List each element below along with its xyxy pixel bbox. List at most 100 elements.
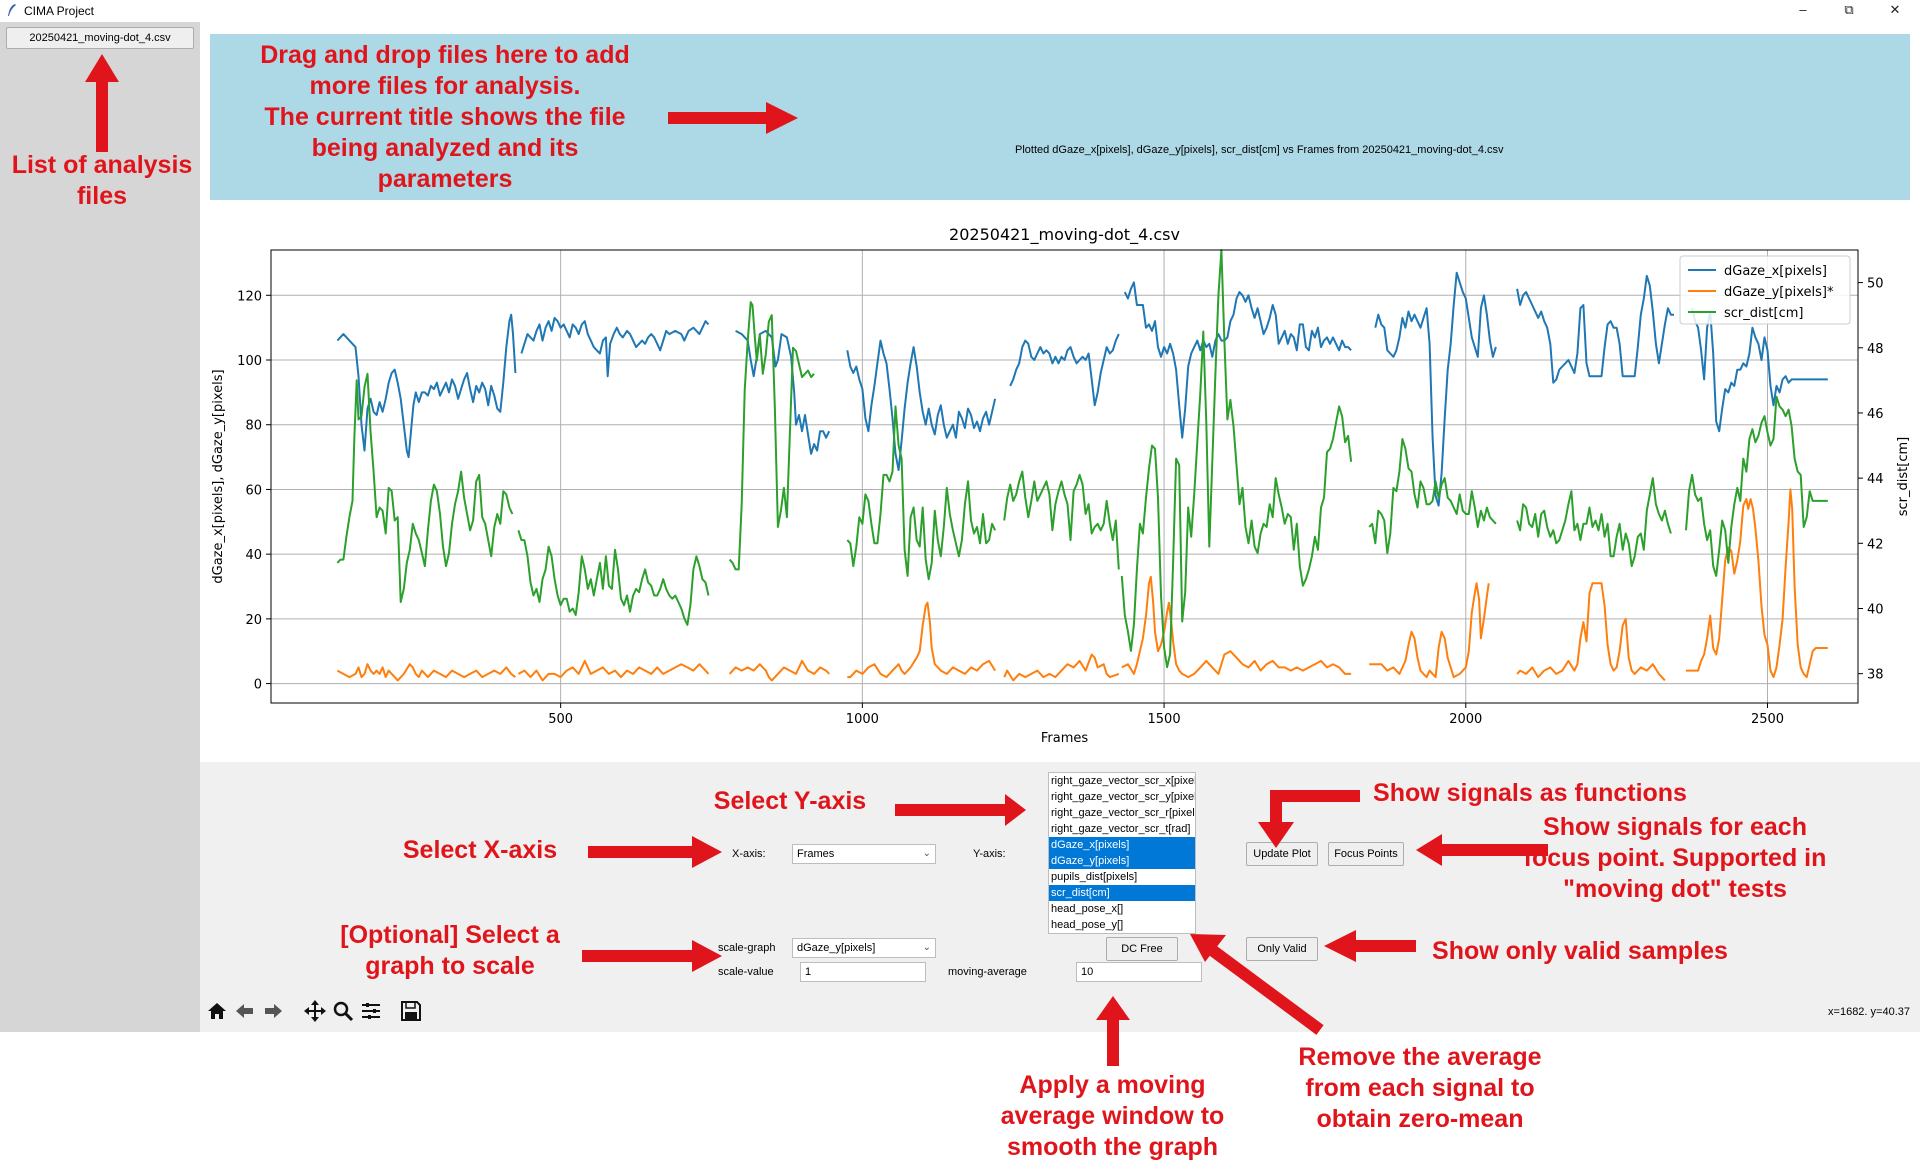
x-axis-label: X-axis:	[732, 848, 766, 860]
y-axis-option[interactable]: dGaze_x[pixels]	[1049, 837, 1195, 853]
annotation-show-functions: Show signals as functions	[1373, 779, 1687, 807]
legend-label: scr_dist[cm]	[1724, 306, 1803, 321]
y-axis-option[interactable]: dGaze_y[pixels]	[1049, 853, 1195, 869]
y-tick-label: 40	[245, 548, 262, 563]
y-axis-option[interactable]: right_gaze_vector_scr_r[pixels]	[1049, 805, 1195, 821]
series-line	[336, 663, 517, 682]
y-axis-option[interactable]: right_gaze_vector_scr_x[pixels]	[1049, 773, 1195, 789]
y-axis-listbox[interactable]: right_gaze_vector_scr_x[pixels] right_gaz…	[1048, 772, 1196, 934]
configure-icon[interactable]	[358, 998, 384, 1024]
y-tick-label: 20	[245, 613, 262, 628]
annotation-line: smooth the graph	[1006, 1133, 1219, 1161]
annotation-line: more files for analysis.	[309, 72, 581, 100]
y-tick-label: 0	[254, 678, 262, 693]
x-axis-value: Frames	[797, 848, 835, 860]
series-line	[1374, 271, 1497, 507]
x-axis-select[interactable]: Frames ⌄	[792, 844, 936, 864]
y-right-tick-label: 48	[1867, 342, 1884, 357]
series-line	[1003, 470, 1120, 570]
zoom-icon[interactable]	[330, 998, 356, 1024]
annotation-file-list: List of analysis files	[4, 150, 200, 212]
y-axis-option[interactable]: right_gaze_vector_scr_t[rad]	[1049, 821, 1195, 837]
y-axis-option[interactable]: head_pose_x[]	[1049, 901, 1195, 917]
close-button[interactable]: ✕	[1872, 0, 1918, 22]
series-line	[728, 659, 830, 682]
annotation-line: parameters	[377, 165, 513, 193]
focus-points-button[interactable]: Focus Points	[1328, 842, 1404, 866]
y-right-tick-label: 38	[1867, 668, 1884, 683]
y-axis-title: dGaze_x[pixels], dGaze_y[pixels]	[211, 369, 226, 583]
y-tick-label: 80	[245, 419, 262, 434]
y-right-tick-label: 50	[1867, 277, 1884, 292]
series-line	[847, 601, 996, 679]
annotation-line: The current title shows the file	[264, 103, 626, 131]
annotation-drag-drop: Drag and drop files here to add more fil…	[220, 40, 670, 195]
annotation-select-x: Select X-axis	[402, 836, 558, 864]
series-line	[517, 530, 710, 626]
annotation-line: graph to scale	[365, 952, 535, 980]
minimize-button[interactable]: –	[1780, 0, 1826, 22]
scale-value-input[interactable]: 1	[800, 962, 926, 982]
annotation-only-valid: Show only valid samples	[1432, 937, 1728, 965]
annotation-scale-graph: [Optional] Select a graph to scale	[320, 920, 580, 982]
series-line	[1121, 575, 1352, 679]
annotation-line: files	[76, 182, 128, 210]
y-right-tick-label: 42	[1867, 537, 1884, 552]
annotation-dc-free: Remove the average from each signal to o…	[1275, 1042, 1565, 1135]
save-icon[interactable]	[398, 998, 424, 1024]
home-icon[interactable]	[204, 998, 230, 1024]
annotation-line: focus point. Supported in	[1523, 844, 1827, 872]
chart-title: 20250421_moving-dot_4.csv	[949, 225, 1180, 245]
moving-average-input[interactable]: 10	[1076, 962, 1202, 982]
series-line	[1516, 477, 1672, 568]
moving-average-label: moving-average	[948, 966, 1027, 978]
y-axis-option[interactable]: head_pose_y[]	[1049, 917, 1195, 933]
update-plot-button[interactable]: Update Plot	[1246, 842, 1318, 866]
series-line	[728, 301, 815, 571]
restore-button[interactable]: ⧉	[1826, 0, 1872, 22]
series-line	[1691, 307, 1828, 433]
plot-description: Plotted dGaze_x[pixels], dGaze_y[pixels]…	[1015, 144, 1504, 156]
annotation-line: Remove the average	[1298, 1043, 1542, 1071]
chevron-down-icon: ⌄	[922, 848, 931, 859]
y-axis-option[interactable]: right_gaze_vector_scr_y[pixels]	[1049, 789, 1195, 805]
y-axis-label: Y-axis:	[973, 848, 1006, 860]
y-axis-option[interactable]: pupils_dist[pixels]	[1049, 869, 1195, 885]
pan-icon[interactable]	[302, 998, 328, 1024]
annotation-line: obtain zero-mean	[1316, 1105, 1524, 1133]
plot-frame	[270, 249, 1859, 704]
series-line	[517, 659, 710, 682]
scale-graph-select[interactable]: dGaze_y[pixels] ⌄	[792, 938, 936, 958]
y-tick-label: 60	[245, 483, 262, 498]
y-right-tick-label: 46	[1867, 407, 1884, 422]
x-axis-title: Frames	[1041, 731, 1089, 746]
x-tick-label: 1500	[1148, 712, 1181, 727]
annotation-line: List of analysis	[11, 151, 193, 179]
only-valid-button[interactable]: Only Valid	[1246, 937, 1318, 961]
coordinate-readout: x=1682. y=40.37	[1828, 1006, 1910, 1018]
chevron-down-icon: ⌄	[922, 942, 931, 953]
y-right-tick-label: 40	[1867, 602, 1884, 617]
feather-icon	[8, 4, 16, 16]
y-axis-option[interactable]: scr_dist[cm]	[1049, 885, 1195, 901]
y-tick-label: 100	[237, 354, 262, 369]
window-title: CIMA Project	[24, 4, 95, 18]
series-line	[735, 329, 831, 455]
x-tick-label: 2500	[1751, 712, 1784, 727]
back-icon[interactable]	[232, 998, 258, 1024]
legend-label: dGaze_y[pixels]*	[1724, 285, 1834, 300]
forward-icon[interactable]	[260, 998, 286, 1024]
title-bar: CIMA Project – ⧉ ✕	[0, 0, 1920, 22]
file-button[interactable]: 20250421_moving-dot_4.csv	[6, 27, 194, 49]
annotation-focus-points: Show signals for each focus point. Suppo…	[1510, 812, 1840, 905]
series-line	[1369, 582, 1490, 679]
y-right-axis-title: scr_dist[cm]	[1896, 437, 1911, 516]
series-line	[1120, 249, 1353, 669]
series-line	[1516, 582, 1666, 682]
dc-free-button[interactable]: DC Free	[1106, 937, 1178, 961]
y-right-tick-label: 44	[1867, 472, 1884, 487]
x-tick-label: 1000	[846, 712, 879, 727]
graph-area[interactable]: 500 1000 1500 2000 2500 0 20 40 60 80 100 120 38 40 42…	[200, 212, 1920, 762]
annotation-line: average window to	[1000, 1102, 1225, 1130]
series-line	[336, 372, 514, 603]
